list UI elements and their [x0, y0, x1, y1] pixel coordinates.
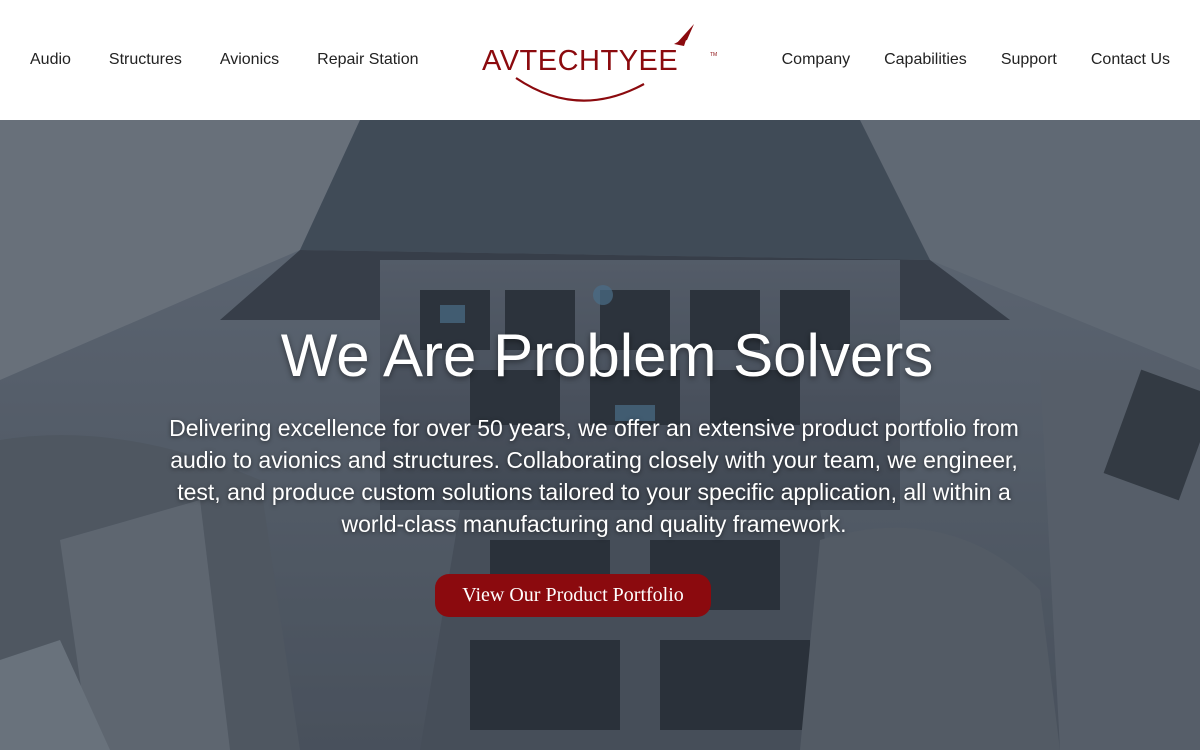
site-header: Audio Structures Avionics Repair Station…	[0, 0, 1200, 120]
logo-wordmark: AVTECHTYEE	[482, 45, 678, 77]
nav-structures[interactable]: Structures	[109, 50, 182, 70]
nav-audio[interactable]: Audio	[30, 50, 71, 70]
logo-trademark: TM	[710, 52, 717, 58]
nav-support[interactable]: Support	[1001, 50, 1057, 70]
logo-graphic: AVTECHTYEE TM	[482, 24, 717, 102]
hero-section: We Are Problem Solvers Delivering excell…	[0, 120, 1200, 750]
primary-nav-left: Audio Structures Avionics Repair Station	[30, 0, 419, 120]
nav-company[interactable]: Company	[782, 50, 850, 70]
nav-contact-us[interactable]: Contact Us	[1091, 50, 1170, 70]
hero-content: We Are Problem Solvers Delivering excell…	[0, 120, 1200, 750]
nav-avionics[interactable]: Avionics	[220, 50, 279, 70]
hero-title: We Are Problem Solvers	[280, 322, 934, 389]
nav-capabilities[interactable]: Capabilities	[884, 50, 967, 70]
primary-nav-right: Company Capabilities Support Contact Us	[782, 0, 1170, 120]
view-product-portfolio-button[interactable]: View Our Product Portfolio	[435, 574, 711, 617]
avtechtyee-logo[interactable]: AVTECHTYEE TM	[478, 20, 722, 102]
hero-description: Delivering excellence for over 50 years,…	[169, 415, 1019, 537]
logo-arc	[515, 77, 645, 102]
nav-repair-station[interactable]: Repair Station	[317, 50, 418, 70]
